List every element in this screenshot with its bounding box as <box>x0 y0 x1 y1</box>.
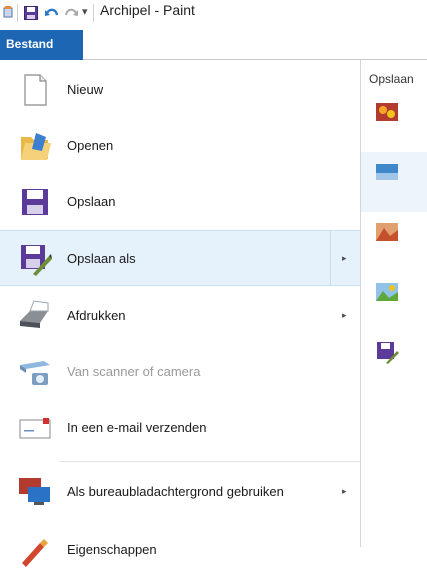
file-menu: Nieuw Openen Opslaan Opslaan als ▸ Afdru… <box>0 60 361 567</box>
undo-icon[interactable] <box>44 6 60 22</box>
file-tab[interactable]: Bestand <box>0 30 83 60</box>
paint-app-icon[interactable] <box>3 6 13 18</box>
redo-icon[interactable] <box>63 6 79 22</box>
menu-item-label: Eigenschappen <box>67 542 157 557</box>
toolbar-separator <box>17 4 18 22</box>
panel-header: Opslaan <box>369 72 414 86</box>
jpeg-image-icon <box>376 164 398 180</box>
menu-item-send-email[interactable]: In een e-mail verzenden <box>0 400 360 456</box>
save-icon[interactable] <box>24 6 38 20</box>
window-title: Archipel - Paint <box>100 2 195 18</box>
open-folder-icon <box>21 133 51 160</box>
other-format-icon <box>377 342 399 364</box>
submenu-arrow-icon: ▸ <box>342 310 347 320</box>
customize-toolbar-dropdown[interactable]: ▾ <box>82 5 88 18</box>
title-bar: ▾ Archipel - Paint <box>0 0 427 30</box>
email-icon <box>19 418 51 439</box>
menu-item-set-desktop-background[interactable]: Als bureaubladachtergrond gebruiken ▸ <box>0 464 360 520</box>
toolbar-separator <box>93 4 94 22</box>
save-as-format-panel: Opslaan <box>361 60 427 547</box>
png-image-icon <box>376 103 398 121</box>
format-item-bmp[interactable] <box>361 212 427 272</box>
menu-item-properties[interactable]: Eigenschappen <box>0 522 360 578</box>
file-tab-label: Bestand <box>6 37 54 51</box>
menu-item-label: Afdrukken <box>67 308 126 323</box>
properties-icon <box>22 539 48 567</box>
menu-item-save[interactable]: Opslaan <box>0 174 360 230</box>
menu-item-label: Openen <box>67 138 114 153</box>
save-as-icon <box>21 245 52 276</box>
save-disk-icon <box>22 189 48 215</box>
menu-item-save-as[interactable]: Opslaan als ▸ <box>0 230 360 286</box>
submenu-arrow-icon: ▸ <box>342 486 347 496</box>
submenu-arrow-icon: ▸ <box>342 253 347 263</box>
scanner-icon <box>20 361 50 385</box>
format-item-other[interactable] <box>361 332 427 392</box>
bmp-image-icon <box>376 223 398 241</box>
format-item-jpeg[interactable] <box>361 152 427 212</box>
menu-item-open[interactable]: Openen <box>0 118 360 174</box>
menu-item-label: Opslaan als <box>67 251 136 266</box>
menu-item-from-scanner: Van scanner of camera <box>0 344 360 400</box>
menu-item-label: In een e-mail verzenden <box>67 420 207 435</box>
new-document-icon <box>24 74 47 106</box>
printer-icon <box>20 300 49 328</box>
menu-item-label: Als bureaubladachtergrond gebruiken <box>67 484 284 499</box>
format-item-png[interactable] <box>361 92 427 152</box>
menu-item-print[interactable]: Afdrukken ▸ <box>0 288 360 344</box>
menu-item-label: Opslaan <box>67 194 116 209</box>
gif-image-icon <box>376 283 398 301</box>
format-item-gif[interactable] <box>361 272 427 332</box>
menu-item-label: Nieuw <box>67 82 104 97</box>
desktop-background-icon <box>19 478 50 505</box>
menu-item-new[interactable]: Nieuw <box>0 62 360 118</box>
menu-item-label: Van scanner of camera <box>67 364 201 379</box>
ribbon-tab-strip: Bestand <box>0 30 427 60</box>
menu-divider <box>60 461 360 462</box>
